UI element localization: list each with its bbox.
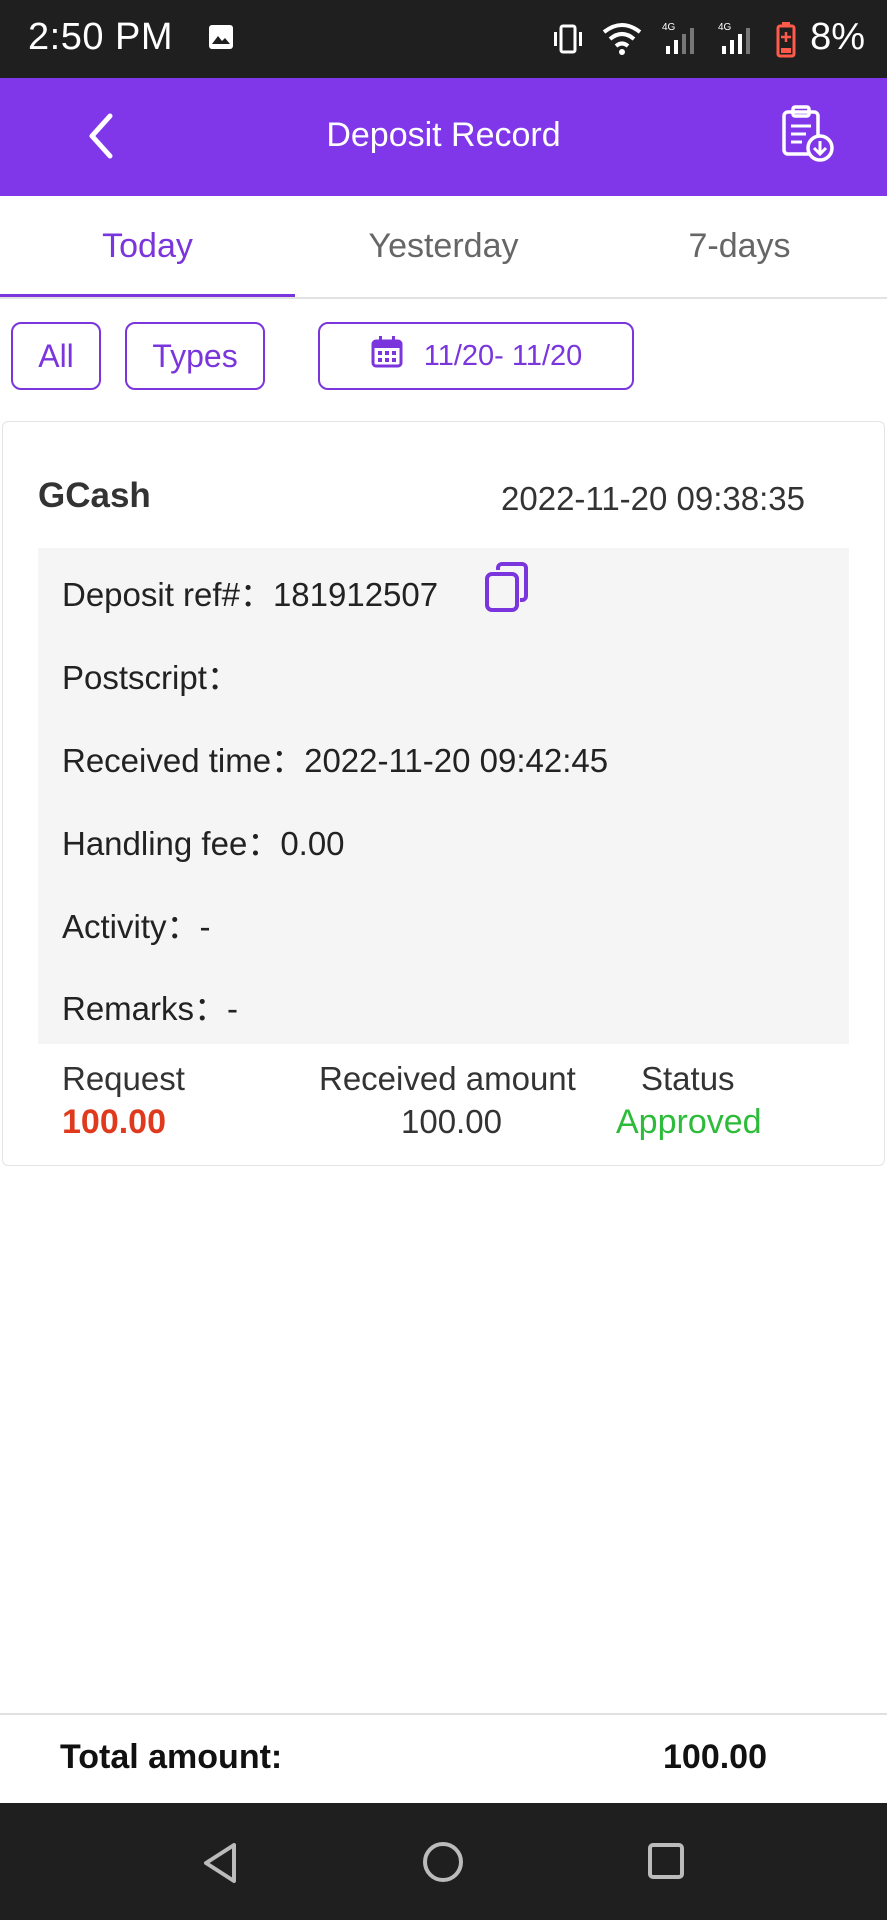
nav-home-icon[interactable]: [421, 1840, 465, 1889]
cell-signal-icon-2: 4G: [718, 20, 766, 61]
battery-percent: 8%: [810, 16, 865, 58]
svg-text:4G: 4G: [662, 22, 676, 33]
filter-all-button[interactable]: All: [11, 322, 101, 390]
handling-fee-label: Handling fee：: [62, 825, 281, 862]
request-label: Request: [62, 1060, 185, 1097]
battery-icon: [776, 22, 796, 63]
status-badge: Approved: [616, 1103, 762, 1141]
remarks-value: -: [227, 990, 239, 1027]
app-header: Deposit Record: [0, 78, 887, 196]
filter-types-button[interactable]: Types: [125, 322, 265, 390]
vibrate-icon: [550, 22, 586, 61]
date-range-label: 11/20- 11/20: [423, 339, 583, 372]
received-amount-value: 100.00: [401, 1103, 502, 1140]
footer-divider: [0, 1713, 887, 1715]
download-records-button[interactable]: [778, 104, 836, 164]
svg-text:4G: 4G: [718, 22, 732, 33]
record-datetime: 2022-11-20 09:38:35: [501, 480, 805, 517]
page-title: Deposit Record: [326, 116, 561, 154]
status-label: Status: [641, 1060, 735, 1097]
wifi-icon: [600, 20, 644, 61]
received-time-value: 2022-11-20 09:42:45: [304, 742, 609, 779]
postscript-label: Postscript：: [62, 659, 240, 696]
system-nav-bar: [0, 1803, 887, 1920]
tab-7-days[interactable]: 7-days: [592, 196, 887, 296]
activity-row: Activity：-: [62, 900, 211, 948]
request-value: 100.00: [62, 1103, 166, 1141]
handling-fee-row: Handling fee：0.00: [62, 817, 345, 865]
clipboard-download-icon: [782, 105, 834, 162]
payment-method: GCash: [38, 476, 151, 515]
nav-back-icon[interactable]: [200, 1841, 240, 1890]
activity-label: Activity：: [62, 908, 200, 945]
handling-fee-value: 0.00: [280, 825, 345, 862]
tab-yesterday[interactable]: Yesterday: [296, 196, 591, 296]
deposit-ref-row: Deposit ref#：181912507: [62, 568, 438, 616]
received-time-label: Received time：: [62, 742, 305, 779]
remarks-row: Remarks：-: [62, 982, 238, 1030]
status-time: 2:50 PM: [28, 16, 174, 58]
cell-signal-icon: 4G: [662, 20, 710, 61]
copy-ref-icon[interactable]: [484, 562, 532, 619]
total-amount-value: 100.00: [663, 1738, 767, 1776]
postscript-row: Postscript：: [62, 651, 240, 699]
deposit-ref-label: Deposit ref#：: [62, 576, 273, 613]
tabs-divider: [0, 297, 887, 299]
date-range-button[interactable]: 11/20- 11/20: [318, 322, 634, 390]
status-bar: 2:50 PM 4G 4G 8%: [0, 0, 887, 78]
record-details: [38, 548, 849, 1044]
received-amount-label: Received amount: [319, 1060, 576, 1097]
nav-recents-icon[interactable]: [646, 1841, 686, 1886]
image-notification-icon: [208, 24, 234, 55]
activity-value: -: [199, 908, 211, 945]
deposit-ref-value: 181912507: [272, 576, 439, 613]
tab-today[interactable]: Today: [0, 196, 295, 296]
calendar-icon: [370, 335, 404, 377]
total-amount-label: Total amount:: [60, 1738, 283, 1776]
received-time-row: Received time：2022-11-20 09:42:45: [62, 734, 608, 782]
remarks-label: Remarks：: [62, 990, 228, 1027]
